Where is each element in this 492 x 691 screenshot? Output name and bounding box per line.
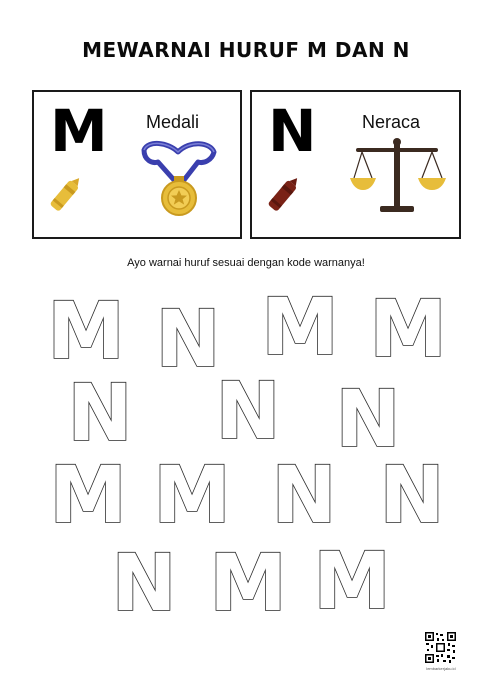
qr-code-icon (424, 631, 457, 664)
scale-icon (350, 138, 446, 212)
svg-text:N: N (215, 368, 280, 448)
svg-text:M: M (49, 452, 127, 532)
outline-letter-m[interactable]: M (150, 452, 234, 532)
outline-letter-n[interactable]: N (212, 368, 284, 448)
outline-letter-m[interactable]: M (366, 286, 450, 366)
svg-text:M: M (153, 452, 231, 532)
card-word-neraca: Neraca (362, 112, 421, 132)
svg-text:M: M (261, 284, 339, 364)
qr-caption: lembarkerjaku.id (426, 666, 456, 671)
outline-letter-n[interactable]: N (64, 370, 136, 450)
outline-letter-n[interactable]: N (152, 296, 224, 376)
svg-text:M: M (209, 540, 287, 620)
card-letter-m: M (50, 97, 108, 165)
svg-text:N: N (111, 540, 176, 620)
yellow-crayon-icon (50, 178, 80, 211)
card-word-medali: Medali (146, 112, 200, 132)
svg-text:N: N (271, 452, 336, 532)
svg-text:N: N (67, 370, 132, 450)
outline-letter-m[interactable]: M (206, 540, 290, 620)
card-letter-n: N (268, 97, 317, 165)
outline-letter-m[interactable]: M (44, 288, 128, 368)
outline-letter-m[interactable]: M (310, 538, 394, 618)
instruction-text: Ayo warnai huruf sesuai dengan kode warn… (127, 257, 365, 269)
svg-text:M: M (313, 538, 391, 618)
page-title: MEWARNAI HURUF M DAN N (82, 38, 410, 62)
letter-card-m: M Medali (32, 90, 242, 239)
outline-letter-m[interactable]: M (258, 284, 342, 364)
svg-text:N: N (335, 376, 400, 456)
medal-icon (141, 141, 217, 216)
outline-letter-n[interactable]: N (268, 452, 340, 532)
outline-letter-n[interactable]: N (376, 452, 448, 532)
brown-crayon-icon (268, 178, 298, 211)
letter-card-n: N Neraca (250, 90, 461, 239)
outline-letter-n[interactable]: N (332, 376, 404, 456)
svg-text:N: N (379, 452, 444, 532)
svg-text:N: N (155, 296, 220, 376)
svg-text:M: M (369, 286, 447, 366)
outline-letter-n[interactable]: N (108, 540, 180, 620)
svg-text:M: M (47, 288, 125, 368)
outline-letter-m[interactable]: M (46, 452, 130, 532)
